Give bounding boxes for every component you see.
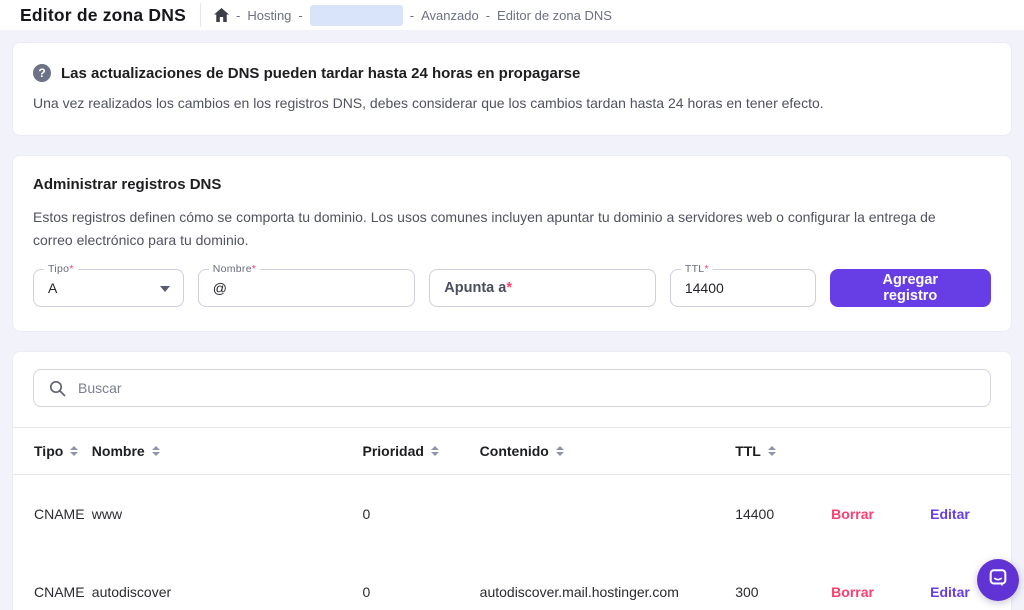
add-record-form: Tipo* A Nombre* Apunta a* TTL* Agregar r…	[33, 269, 991, 307]
record-ttl-cell: 14400	[735, 475, 831, 553]
record-type-value: A	[34, 280, 57, 296]
column-header-ttl[interactable]: TTL	[735, 428, 831, 475]
column-header-priority[interactable]: Prioridad	[362, 428, 479, 475]
info-title: Las actualizaciones de DNS pueden tardar…	[61, 65, 580, 82]
column-header-content[interactable]: Contenido	[480, 428, 736, 475]
breadcrumb-separator: -	[486, 8, 490, 23]
breadcrumb-item-current: Editor de zona DNS	[497, 8, 612, 23]
dns-records-table: Tipo Nombre Prioridad Contenido TTL	[13, 427, 1011, 610]
search-input[interactable]	[34, 370, 990, 406]
record-ttl-label: TTL*	[681, 263, 713, 275]
manage-card-description: Estos registros definen cómo se comporta…	[33, 206, 978, 252]
breadcrumb-item-hosting[interactable]: Hosting	[247, 8, 291, 23]
record-ttl-input[interactable]	[671, 270, 815, 306]
divider	[200, 3, 201, 27]
record-priority-cell: 0	[362, 475, 479, 553]
record-type-label: Tipo*	[44, 263, 78, 275]
dns-records-table-card: Tipo Nombre Prioridad Contenido TTL	[12, 351, 1012, 610]
sort-icon	[431, 446, 439, 456]
breadcrumb-separator: -	[410, 8, 414, 23]
manage-card-title: Administrar registros DNS	[33, 176, 991, 193]
column-header-actions	[831, 428, 930, 475]
record-content-cell	[480, 475, 736, 553]
delete-record-button[interactable]: Borrar	[831, 584, 874, 600]
chat-widget-button[interactable]	[977, 559, 1019, 601]
sort-icon	[768, 446, 776, 456]
record-ttl-cell: 300	[735, 553, 831, 610]
column-header-type[interactable]: Tipo	[13, 428, 92, 475]
dns-propagation-info-card: ? Las actualizaciones de DNS pueden tard…	[12, 42, 1012, 136]
table-header-row: Tipo Nombre Prioridad Contenido TTL	[13, 428, 1011, 475]
search-icon	[49, 380, 66, 402]
help-icon: ?	[33, 64, 51, 82]
breadcrumb-item-domain-redacted[interactable]	[310, 5, 403, 26]
main-content: ? Las actualizaciones de DNS pueden tard…	[0, 30, 1024, 610]
record-name-cell: www	[92, 475, 363, 553]
sort-icon	[152, 446, 160, 456]
record-name-input[interactable]	[199, 270, 415, 306]
edit-record-button[interactable]: Editar	[930, 506, 970, 522]
column-header-actions	[930, 428, 1011, 475]
column-header-name[interactable]: Nombre	[92, 428, 363, 475]
record-ttl-field: TTL*	[670, 269, 816, 307]
delete-record-button[interactable]: Borrar	[831, 506, 874, 522]
record-content-cell: autodiscover.mail.hostinger.com	[480, 553, 736, 610]
sort-icon	[556, 446, 564, 456]
chevron-down-icon	[160, 286, 170, 292]
record-name-cell: autodiscover	[92, 553, 363, 610]
table-row: CNAME www 0 14400 Borrar Editar	[13, 475, 1011, 553]
info-description: Una vez realizados los cambios en los re…	[33, 95, 991, 111]
page-title: Editor de zona DNS	[20, 5, 186, 26]
record-type-select[interactable]: Tipo* A	[33, 269, 184, 307]
breadcrumb-separator: -	[236, 8, 240, 23]
table-row: CNAME autodiscover 0 autodiscover.mail.h…	[13, 553, 1011, 610]
record-points-to-field[interactable]: Apunta a*	[429, 269, 656, 307]
add-record-button[interactable]: Agregar registro	[830, 269, 991, 307]
breadcrumb-item-advanced[interactable]: Avanzado	[421, 8, 479, 23]
manage-dns-records-card: Administrar registros DNS Estos registro…	[12, 155, 1012, 332]
chat-bubble-icon	[987, 567, 1009, 594]
search-box	[33, 369, 991, 407]
record-type-cell: CNAME	[13, 553, 92, 610]
home-icon[interactable]	[214, 8, 229, 22]
record-name-field: Nombre*	[198, 269, 416, 307]
record-type-cell: CNAME	[13, 475, 92, 553]
record-points-to-label: Apunta a*	[430, 280, 512, 296]
record-priority-cell: 0	[362, 553, 479, 610]
top-bar: Editor de zona DNS - Hosting - - Avanzad…	[0, 0, 1024, 30]
sort-icon	[70, 446, 78, 456]
breadcrumb: - Hosting - - Avanzado - Editor de zona …	[214, 5, 612, 26]
record-name-label: Nombre*	[209, 263, 261, 275]
edit-record-button[interactable]: Editar	[930, 584, 970, 600]
breadcrumb-separator: -	[298, 8, 302, 23]
